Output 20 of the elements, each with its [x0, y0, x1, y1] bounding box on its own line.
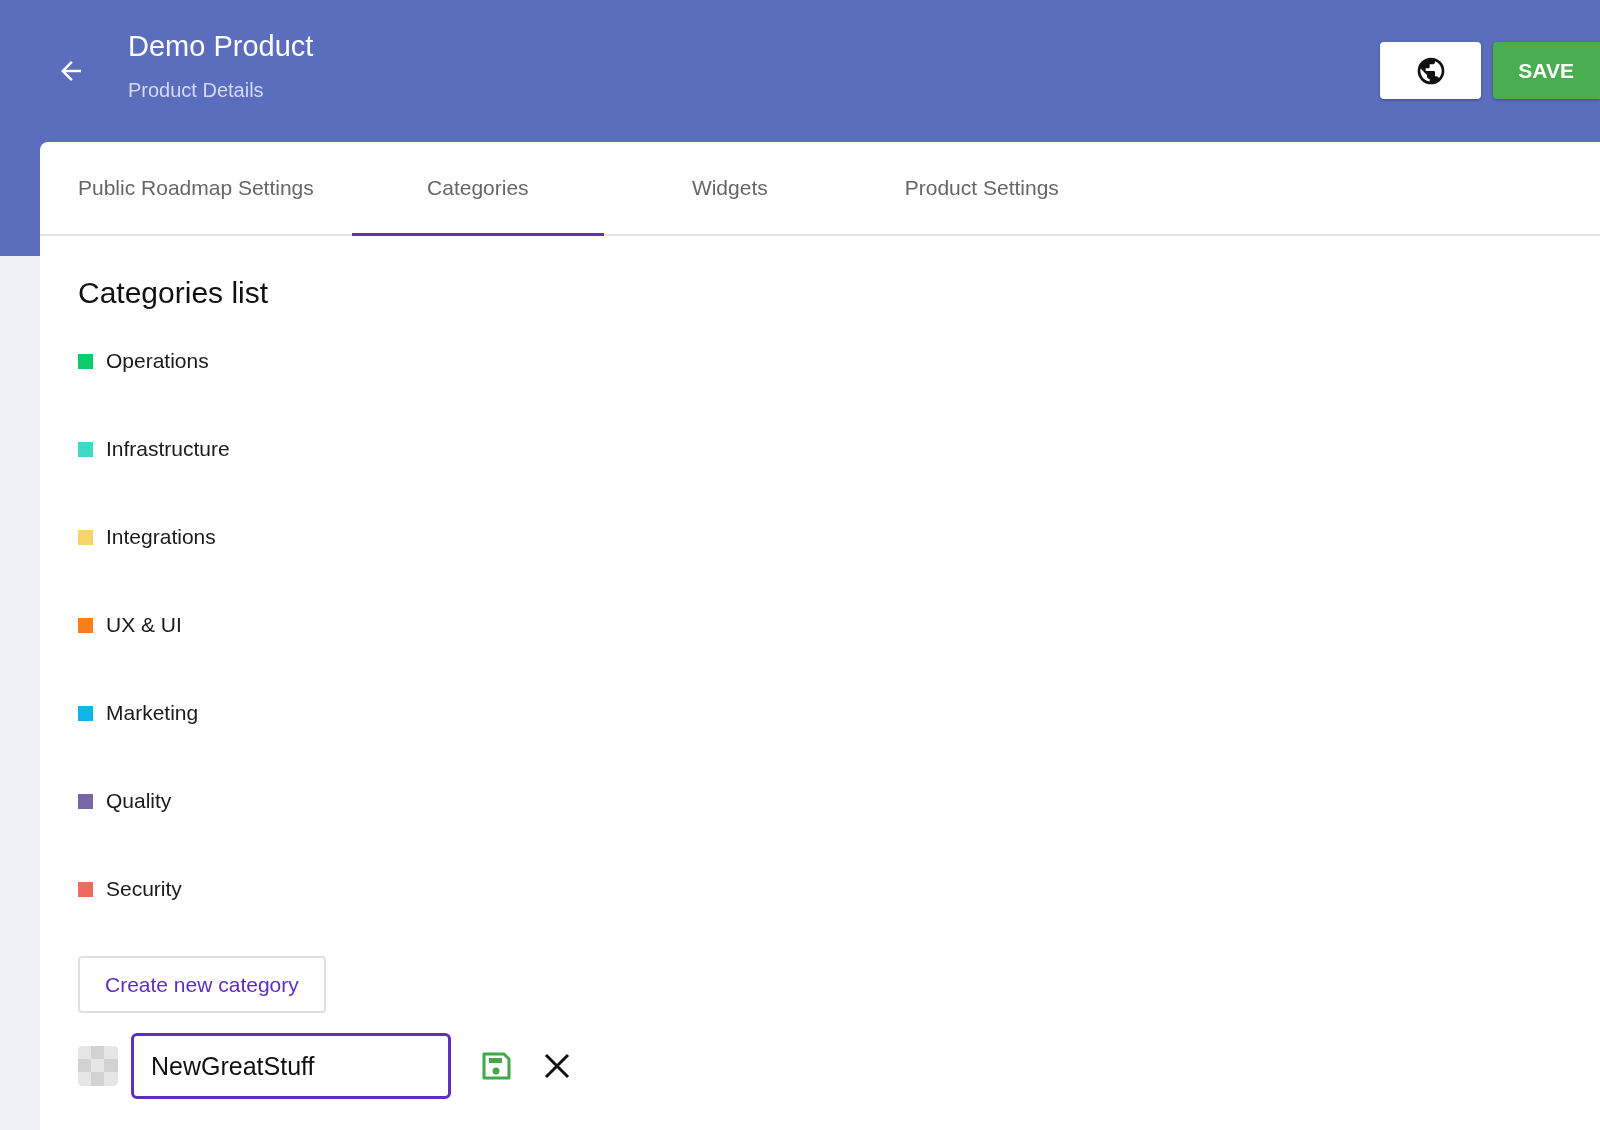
tab[interactable]: Product Settings — [855, 142, 1108, 236]
category-name: Quality — [106, 789, 172, 813]
close-icon[interactable] — [543, 1052, 571, 1080]
category-name: Marketing — [106, 701, 199, 725]
category-name-field[interactable]: NewGreatStuff — [131, 1033, 451, 1099]
globe-button[interactable] — [1380, 42, 1482, 99]
category-name: Integrations — [106, 525, 216, 549]
section-title: Categories list — [78, 276, 270, 310]
category-name: Infrastructure — [106, 437, 230, 461]
category-name: Security — [106, 877, 182, 901]
product-title: Demo Product — [128, 30, 314, 63]
save-icon[interactable] — [481, 1051, 511, 1081]
color-swatch-icon[interactable] — [78, 1046, 118, 1086]
tab[interactable]: Categories — [351, 142, 604, 236]
category-name: Operations — [106, 349, 209, 373]
tab[interactable]: Public Roadmap Settings — [40, 142, 352, 236]
category-name: UX & UI — [106, 613, 182, 637]
create-category-button[interactable]: Create new category — [78, 956, 326, 1013]
tab[interactable]: Widgets — [603, 142, 856, 236]
page-subtitle: Product Details — [128, 79, 265, 102]
